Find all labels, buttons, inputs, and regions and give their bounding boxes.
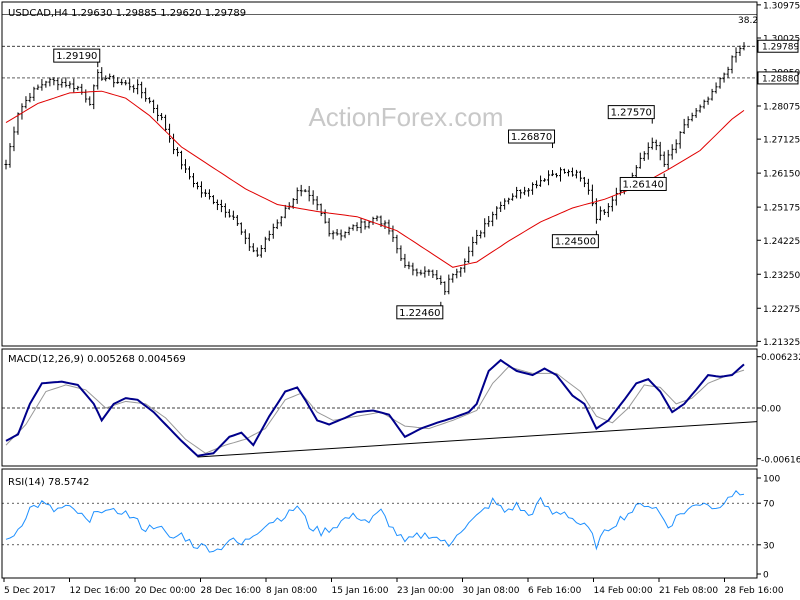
price-tick-label: 1.24225 [763,237,800,247]
time-tick-label: 23 Jan 00:00 [397,586,454,596]
time-tick-label: 5 Dec 2017 [4,586,56,596]
symbol-header: USDCAD,H4 1.29630 1.29885 1.29620 1.2978… [8,8,246,19]
macd-tick-label: 0.006232 [761,353,800,363]
chart-background [0,0,800,600]
price-tag-label: 1.28880 [762,74,799,84]
time-tick-label: 6 Feb 16:00 [528,586,582,596]
rsi-tick-label: 30 [763,541,775,551]
time-tick-label: 8 Jan 08:00 [266,586,318,596]
price-tick-label: 1.27125 [763,136,800,146]
annotation-label: 1.26870 [511,132,552,143]
price-tick-label: 1.30975 [763,1,800,11]
time-tick-label: 21 Feb 08:00 [659,586,718,596]
time-tick-label: 14 Feb 00:00 [594,586,653,596]
price-tag: 1.28880 [757,71,799,85]
rsi-header: RSI(14) 78.5742 [8,477,89,488]
time-tick-label: 28 Feb 16:00 [725,586,784,596]
time-tick-label: 20 Dec 00:00 [135,586,196,596]
price-tag-label: 1.29789 [762,43,799,53]
annotation-label: 1.24500 [555,237,596,248]
price-tick-label: 1.23250 [763,271,800,281]
price-tick-label: 1.28075 [763,103,800,113]
fib-label: 38.2 [738,16,758,26]
macd-tick-label: 0.00 [761,405,781,415]
annotation-label: 1.22460 [399,308,440,319]
time-tick-label: 28 Dec 16:00 [201,586,262,596]
annotation-label: 1.29190 [56,51,97,62]
rsi-tick-label: 100 [763,475,780,485]
time-tick-label: 15 Jan 16:00 [332,586,389,596]
annotation-label: 1.27570 [611,108,652,119]
price-tick-label: 1.22275 [763,305,800,315]
price-chart: ActionForex.com USDCAD,H4 1.29630 1.2988… [0,0,800,600]
price-tick-label: 1.21325 [763,338,800,348]
time-tick-label: 30 Jan 08:00 [463,586,520,596]
price-tag: 1.29789 [757,39,799,53]
annotation-label: 1.26140 [623,179,664,190]
time-tick-label: 12 Dec 16:00 [70,586,131,596]
price-tick-label: 1.26150 [763,170,800,180]
macd-tick-label: -0.006163 [761,455,800,465]
rsi-tick-label: 0 [763,571,769,581]
price-tick-label: 1.25175 [763,204,800,214]
watermark: ActionForex.com [308,102,503,132]
macd-header: MACD(12,26,9) 0.005268 0.004569 [8,354,186,365]
rsi-tick-label: 70 [763,500,775,510]
